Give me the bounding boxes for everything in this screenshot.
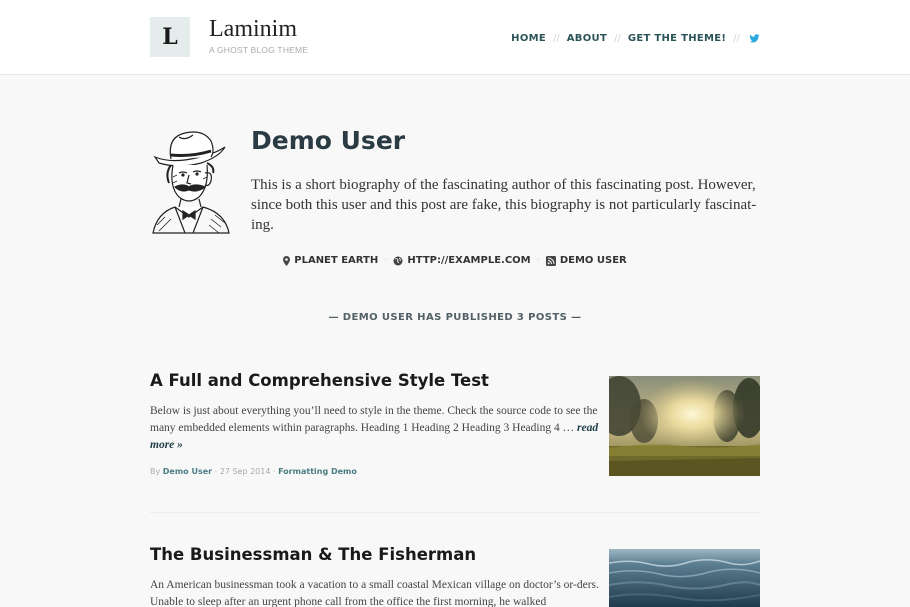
meta-separator: ·: [214, 467, 218, 476]
author-rss[interactable]: DEMO USER: [545, 255, 627, 266]
author-website[interactable]: HTTP://EXAMPLE.COM: [393, 255, 531, 266]
post-excerpt: Below is just about everything you’ll ne…: [150, 403, 600, 454]
post-excerpt-text: Below is just about everything you’ll ne…: [150, 405, 598, 434]
post-meta: By Demo User · 27 Sep 2014 · Formatting …: [150, 467, 357, 476]
posts-count: — DEMO USER HAS PUBLISHED 3 POSTS —: [328, 312, 582, 323]
website-link[interactable]: HTTP://EXAMPLE.COM: [407, 255, 530, 266]
meta-separator: ·: [272, 467, 276, 476]
post-date: 27 Sep 2014: [219, 467, 271, 476]
author-location: PLANET EARTH: [283, 255, 378, 266]
logo-letter: L: [162, 24, 178, 50]
meta-separator: ·: [536, 255, 540, 266]
author-name: Demo User: [251, 126, 406, 155]
post-title[interactable]: The Businessman & The Fisherman: [150, 545, 476, 564]
post-thumbnail[interactable]: [609, 376, 760, 476]
nav-get-theme[interactable]: GET THE THEME!: [628, 33, 726, 44]
nav-home[interactable]: HOME: [511, 33, 546, 44]
twitter-icon[interactable]: [749, 33, 760, 44]
author-bio: This is a short biography of the fascina…: [251, 177, 757, 233]
post-by: By: [150, 467, 161, 476]
nav-separator: //: [553, 33, 560, 44]
nav-about[interactable]: ABOUT: [567, 33, 607, 44]
globe-icon: [393, 256, 403, 265]
post-divider: [150, 512, 760, 513]
post-title[interactable]: A Full and Comprehensive Style Test: [150, 371, 489, 390]
post-tag-link[interactable]: Formatting Demo: [278, 467, 357, 476]
location-text: PLANET EARTH: [294, 255, 379, 266]
main-nav: HOME // ABOUT // GET THE THEME! //: [511, 33, 760, 44]
post-thumbnail[interactable]: [609, 549, 760, 607]
site-tagline: A GHOST BLOG THEME: [209, 45, 309, 55]
rss-icon: [545, 255, 556, 266]
post-excerpt: An American businessman took a vacation …: [150, 579, 599, 607]
author-avatar: [152, 131, 230, 234]
nav-separator: //: [614, 33, 621, 44]
rss-link[interactable]: DEMO USER: [560, 255, 627, 266]
post-author-link[interactable]: Demo User: [163, 467, 212, 476]
meta-separator: ·: [384, 255, 388, 266]
site-header: L Laminim A GHOST BLOG THEME HOME // ABO…: [0, 0, 910, 75]
author-meta: PLANET EARTH · HTTP://EXAMPLE.COM · DEMO…: [0, 255, 910, 266]
site-logo[interactable]: L: [150, 17, 190, 57]
site-title[interactable]: Laminim: [209, 16, 297, 43]
nav-separator: //: [733, 33, 740, 44]
map-pin-icon: [283, 255, 291, 266]
